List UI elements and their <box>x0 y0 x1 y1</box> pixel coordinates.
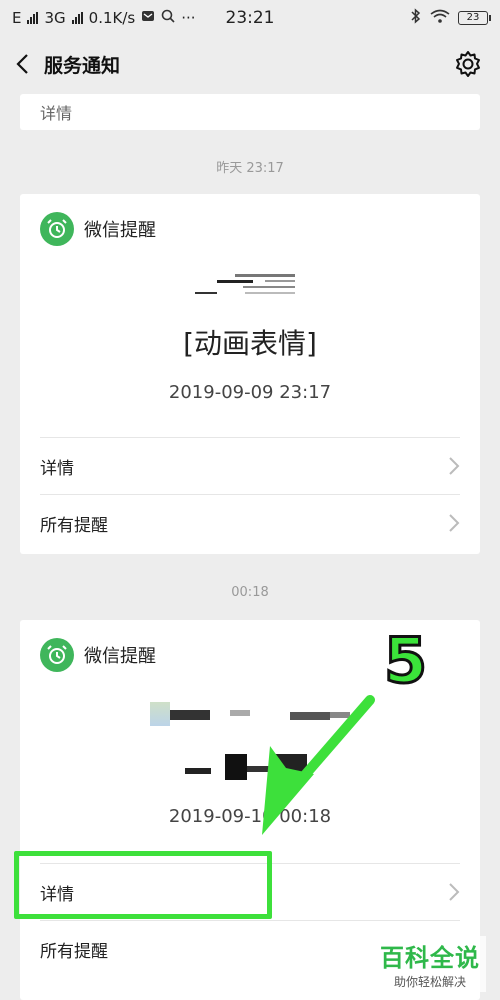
card-header: 微信提醒 <box>20 194 480 264</box>
network-label: 3G <box>44 9 66 27</box>
details-row-label: 详情 <box>40 458 74 479</box>
message-date: 2019-09-10 00:18 <box>168 806 332 827</box>
details-row[interactable]: 详情 <box>20 438 480 494</box>
timestamp-label: 00:18 <box>231 585 269 600</box>
signal-icon-2 <box>71 12 83 24</box>
wifi-icon <box>430 9 450 27</box>
gear-icon[interactable] <box>454 50 482 78</box>
all-reminders-row[interactable]: 所有提醒 <box>20 495 480 551</box>
alarm-clock-icon <box>40 638 74 672</box>
notification-card: 微信提醒 [动画表情] 2019-09-09 23:17 详情 所有提醒 <box>20 194 480 554</box>
all-reminders-label: 所有提醒 <box>40 941 108 962</box>
nav-bar: 服务通知 <box>0 36 500 92</box>
watermark-subtitle: 助你轻松解决 <box>393 975 466 989</box>
chevron-right-icon <box>449 457 460 475</box>
alarm-clock-icon <box>40 212 74 246</box>
highlight-box <box>14 851 272 919</box>
message-content: [动画表情] <box>183 327 317 360</box>
redacted-content <box>195 270 305 310</box>
page: E 3G 0.1K/s ··· 23:21 23 服务通知 详情 昨天 23:1… <box>0 0 500 1000</box>
all-reminders-label: 所有提醒 <box>40 515 108 536</box>
chevron-right-icon <box>449 883 460 901</box>
carrier-label: E <box>12 9 22 27</box>
chevron-right-icon <box>449 514 460 532</box>
chevron-left-icon[interactable] <box>0 36 44 92</box>
bluetooth-icon <box>410 8 422 28</box>
message-date: 2019-09-09 23:17 <box>168 382 332 403</box>
details-row-label[interactable]: 详情 <box>20 94 480 130</box>
app-name: 微信提醒 <box>84 220 156 241</box>
more-icon: ··· <box>181 9 196 27</box>
battery-icon: 23 <box>458 11 491 25</box>
search-icon <box>161 9 175 27</box>
redacted-content <box>185 752 315 786</box>
watermark-title: 百科全说 <box>380 944 480 972</box>
redacted-content <box>150 702 350 732</box>
status-bar: E 3G 0.1K/s ··· 23:21 23 <box>0 0 500 36</box>
signal-icon <box>27 12 39 24</box>
notification-card-partial: 详情 <box>20 94 480 130</box>
timestamp-label: 昨天 23:17 <box>216 161 284 176</box>
app-name: 微信提醒 <box>84 646 156 667</box>
message-icon <box>141 9 155 27</box>
step-number: 5 <box>383 623 429 699</box>
page-title: 服务通知 <box>44 54 121 77</box>
speed-label: 0.1K/s <box>88 9 136 27</box>
watermark: 百科全说 助你轻松解决 <box>374 936 486 992</box>
